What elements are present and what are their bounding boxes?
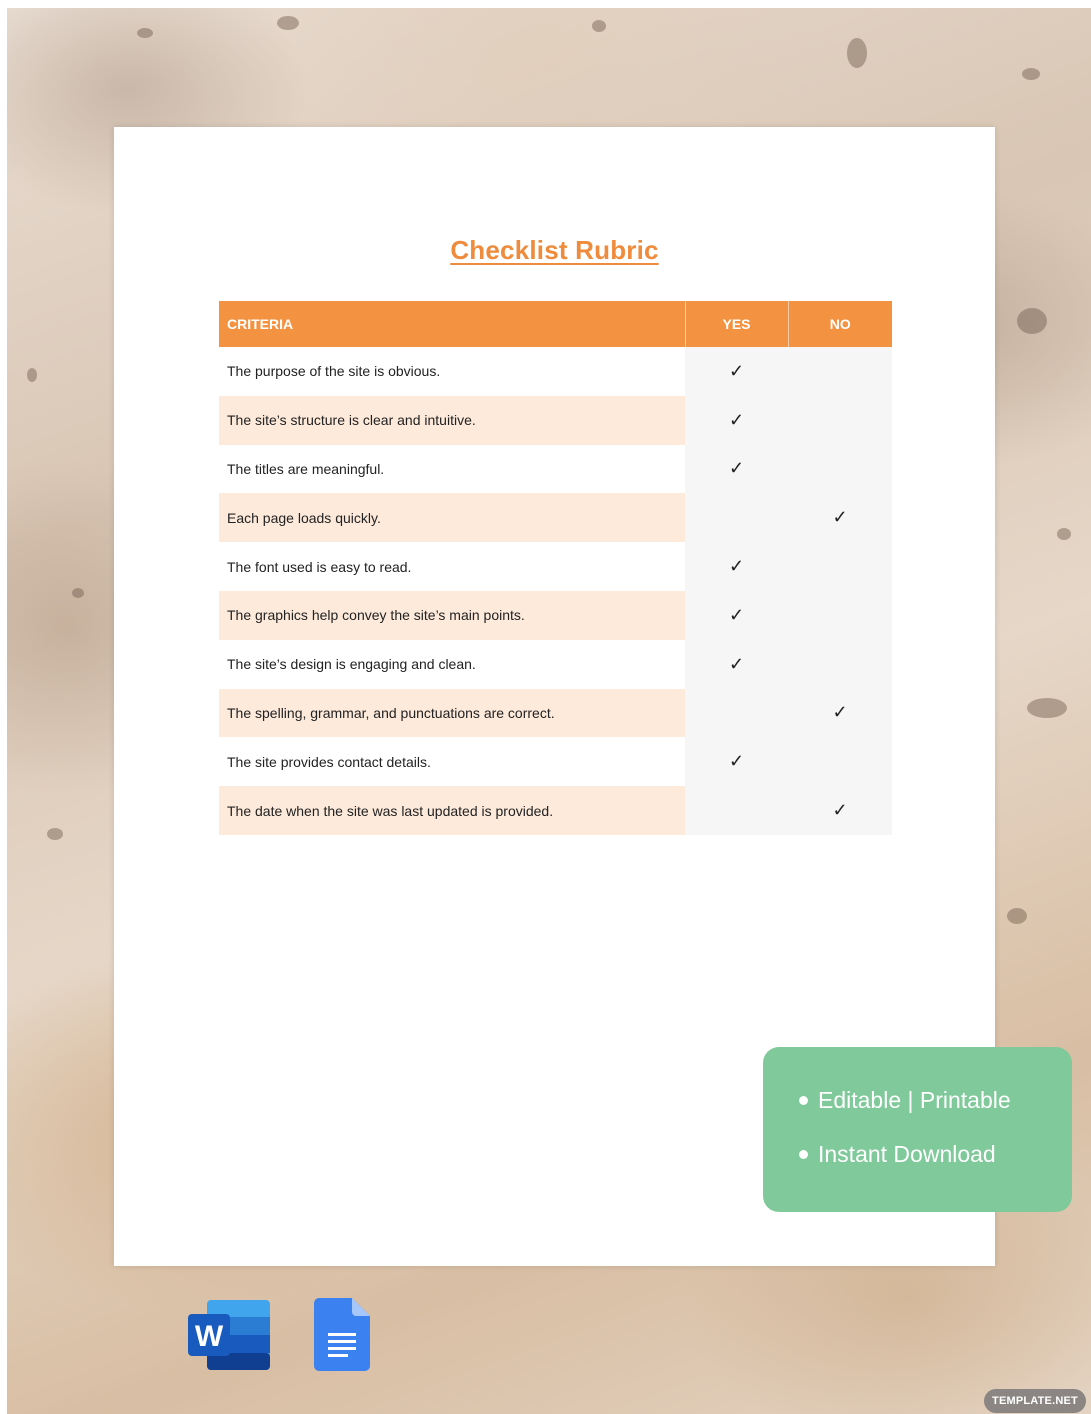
no-check-icon: [788, 590, 892, 640]
rubric-table: CRITERIA YES NO The purpose of the site …: [219, 301, 892, 835]
table-row: The graphics help convey the site’s main…: [219, 590, 892, 640]
table-header-row: CRITERIA YES NO: [219, 301, 892, 347]
table-row: The site’s design is engaging and clean.…: [219, 639, 892, 689]
no-check-icon: ✓: [788, 493, 892, 543]
word-icon[interactable]: W: [187, 1298, 271, 1372]
table-row: The site’s structure is clear and intuit…: [219, 395, 892, 445]
features-badge: Editable | Printable Instant Download: [763, 1047, 1072, 1212]
yes-check-icon: ✓: [685, 395, 788, 445]
yes-check-icon: ✓: [685, 639, 788, 689]
column-header-no: NO: [788, 301, 892, 347]
criteria-cell: The titles are meaningful.: [219, 444, 685, 494]
criteria-cell: The spelling, grammar, and punctuations …: [219, 688, 685, 738]
table-row: The date when the site was last updated …: [219, 786, 892, 835]
column-header-criteria: CRITERIA: [219, 301, 686, 347]
document-title: Checklist Rubric: [450, 235, 659, 265]
feature-item: Editable | Printable: [799, 1087, 1011, 1114]
table-row: The site provides contact details. ✓: [219, 737, 892, 787]
criteria-cell: The site provides contact details.: [219, 737, 685, 787]
no-check-icon: [788, 444, 892, 494]
table-row: The spelling, grammar, and punctuations …: [219, 688, 892, 738]
yes-check-icon: [685, 688, 788, 738]
yes-check-icon: [685, 493, 788, 543]
feature-item: Instant Download: [799, 1141, 996, 1168]
criteria-cell: Each page loads quickly.: [219, 493, 685, 543]
no-check-icon: [788, 542, 892, 591]
no-check-icon: [788, 347, 892, 396]
yes-check-icon: [685, 786, 788, 835]
no-check-icon: [788, 737, 892, 787]
criteria-cell: The graphics help convey the site’s main…: [219, 590, 685, 640]
criteria-cell: The site’s design is engaging and clean.: [219, 639, 685, 689]
criteria-cell: The site’s structure is clear and intuit…: [219, 395, 685, 445]
bullet-icon: [799, 1150, 808, 1159]
yes-check-icon: ✓: [685, 347, 788, 396]
google-docs-icon[interactable]: [314, 1298, 370, 1372]
column-header-yes: YES: [685, 301, 789, 347]
criteria-cell: The font used is easy to read.: [219, 542, 685, 591]
table-row: The font used is easy to read. ✓: [219, 542, 892, 591]
template-net-watermark: TEMPLATE.NET: [984, 1389, 1086, 1413]
no-check-icon: ✓: [788, 688, 892, 738]
no-check-icon: [788, 639, 892, 689]
yes-check-icon: ✓: [685, 737, 788, 787]
feature-label: Instant Download: [818, 1141, 996, 1167]
no-check-icon: [788, 395, 892, 445]
yes-check-icon: ✓: [685, 590, 788, 640]
criteria-cell: The date when the site was last updated …: [219, 786, 685, 835]
feature-label: Editable | Printable: [818, 1087, 1011, 1113]
word-icon-letter: W: [195, 1320, 224, 1353]
table-row: Each page loads quickly. ✓: [219, 493, 892, 543]
bullet-icon: [799, 1096, 808, 1105]
table-row: The purpose of the site is obvious. ✓: [219, 347, 892, 396]
table-row: The titles are meaningful. ✓: [219, 444, 892, 494]
criteria-cell: The purpose of the site is obvious.: [219, 347, 685, 396]
yes-check-icon: ✓: [685, 542, 788, 591]
no-check-icon: ✓: [788, 786, 892, 835]
yes-check-icon: ✓: [685, 444, 788, 494]
